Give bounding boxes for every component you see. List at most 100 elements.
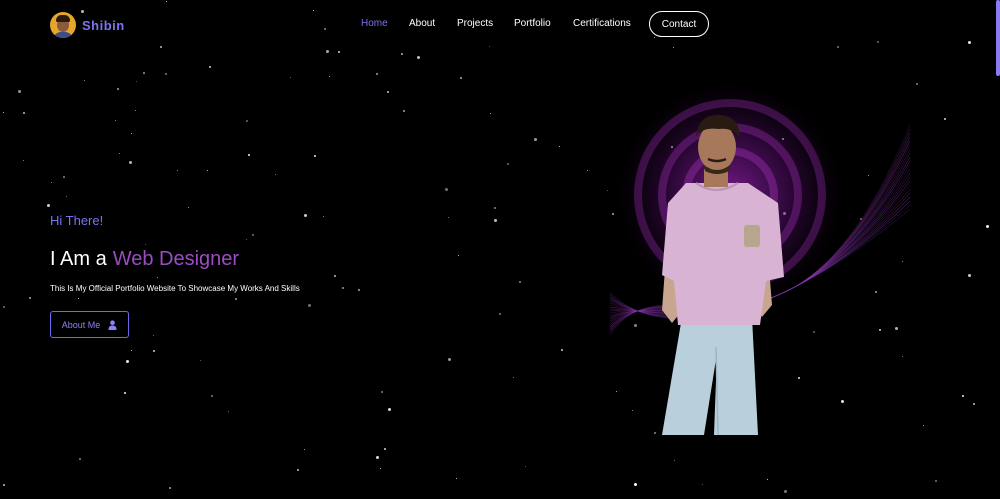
star (387, 91, 389, 93)
star (304, 214, 307, 217)
nav-link-projects[interactable]: Projects (457, 18, 514, 29)
star (275, 174, 276, 175)
star (308, 304, 311, 307)
star (561, 349, 563, 351)
star (3, 306, 5, 308)
star (18, 90, 21, 93)
star (381, 391, 383, 393)
star (248, 154, 250, 156)
star (115, 120, 116, 121)
star (211, 395, 213, 397)
star (417, 56, 420, 59)
hero-portrait (609, 85, 911, 435)
star (23, 112, 25, 114)
star (66, 196, 67, 197)
avatar (50, 12, 76, 38)
star (207, 170, 208, 171)
star (973, 403, 975, 405)
nav-link-certifications[interactable]: Certifications (573, 18, 643, 29)
star (384, 448, 386, 450)
about-me-button[interactable]: About Me (50, 311, 129, 338)
star (135, 110, 136, 111)
star (209, 66, 211, 68)
star (153, 350, 155, 352)
star (460, 77, 462, 79)
star (228, 411, 229, 412)
star (494, 207, 496, 209)
headline-static-text: I Am a (50, 248, 107, 270)
star (513, 377, 514, 378)
star (47, 204, 50, 207)
star (490, 113, 491, 114)
star (297, 469, 299, 471)
star (494, 219, 497, 222)
star (380, 468, 381, 469)
about-me-label: About Me (61, 319, 101, 330)
star (376, 456, 379, 459)
star (448, 358, 451, 361)
star (314, 155, 316, 157)
star (448, 217, 449, 218)
star (923, 425, 924, 426)
star (78, 298, 79, 299)
star (388, 408, 391, 411)
brand[interactable]: Shibin (50, 12, 125, 38)
star (136, 81, 137, 82)
star (124, 392, 126, 394)
star (358, 289, 360, 291)
star (587, 170, 588, 171)
star (329, 76, 330, 77)
star (169, 487, 171, 489)
star (525, 466, 526, 467)
star (507, 163, 509, 165)
star (784, 490, 787, 493)
star (129, 161, 132, 164)
star (445, 188, 448, 191)
star (767, 479, 768, 480)
hero-greeting: Hi There! (50, 213, 104, 228)
star (559, 146, 560, 147)
hero-tagline: This Is My Official Portfolio Website To… (50, 284, 300, 293)
star (403, 110, 405, 112)
star (304, 449, 305, 450)
star (968, 274, 971, 277)
nav-link-portfolio[interactable]: Portfolio (514, 18, 573, 29)
star (3, 484, 5, 486)
star (338, 51, 340, 53)
nav-menu: Home About Projects Portfolio Certificat… (361, 18, 643, 29)
star (177, 170, 178, 171)
star (290, 77, 291, 78)
star (334, 275, 336, 277)
star (117, 88, 119, 90)
contact-button[interactable]: Contact (649, 11, 709, 37)
star (84, 80, 85, 81)
star (119, 153, 120, 154)
star (323, 216, 324, 217)
star (456, 478, 457, 479)
star (458, 255, 459, 256)
star (165, 73, 167, 75)
headline-role-text: Web Designer (112, 248, 240, 270)
star (29, 297, 31, 299)
star (3, 112, 4, 113)
star (153, 335, 154, 336)
star (986, 225, 989, 228)
star (235, 298, 237, 300)
hero-headline: I Am a Web Designer (50, 248, 239, 271)
navbar: Shibin Home About Projects Portfolio Cer… (0, 0, 1000, 50)
nav-link-about[interactable]: About (409, 18, 457, 29)
star (63, 176, 65, 178)
star (131, 350, 132, 351)
star (702, 484, 703, 485)
star (51, 182, 52, 183)
star (246, 120, 248, 122)
star (188, 207, 189, 208)
star (342, 287, 344, 289)
nav-link-home[interactable]: Home (361, 18, 409, 29)
brand-name[interactable]: Shibin (82, 18, 125, 33)
star (145, 244, 146, 245)
star (126, 360, 129, 363)
star (246, 239, 247, 240)
star (79, 458, 81, 460)
star (499, 313, 501, 315)
